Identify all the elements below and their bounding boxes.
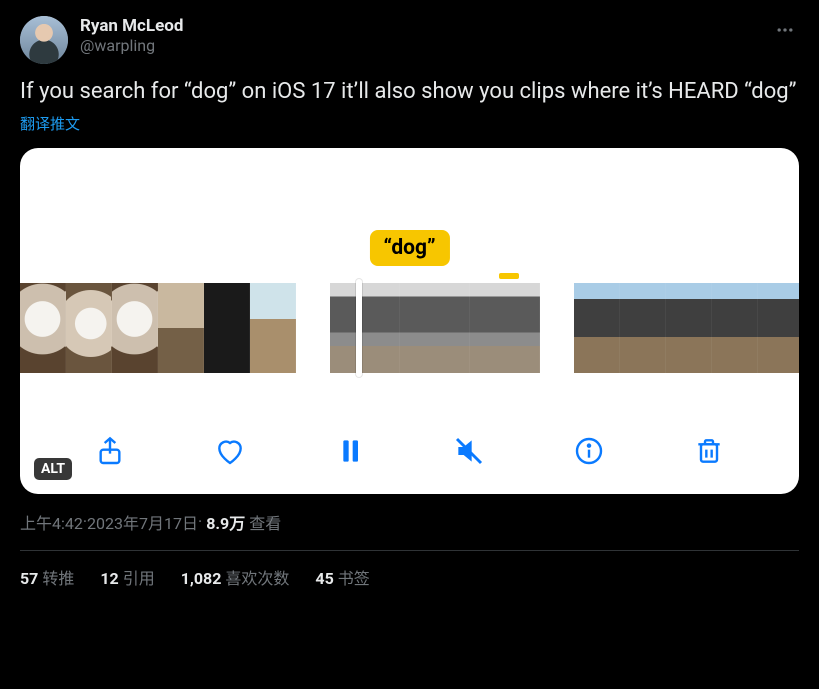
share-icon	[94, 435, 126, 467]
bookmark-label: 书签	[338, 569, 370, 588]
share-button[interactable]	[89, 430, 131, 472]
clip-group-1	[20, 283, 296, 373]
clip-frame	[112, 283, 158, 373]
clip-frame	[712, 283, 758, 373]
alt-badge[interactable]: ALT	[34, 458, 72, 480]
clip-frame	[250, 283, 296, 373]
date[interactable]: 2023年7月17日	[87, 510, 198, 534]
ellipsis-icon	[775, 20, 795, 40]
clip-frame	[20, 283, 66, 373]
handle: @warpling	[80, 36, 759, 55]
display-name: Ryan McLeod	[80, 16, 759, 36]
bookmarks-stat[interactable]: 45 书签	[315, 565, 369, 589]
clip-frame	[758, 283, 799, 373]
views-label: 查看	[249, 510, 281, 534]
clip-frame	[470, 283, 540, 373]
clip-gap	[296, 283, 330, 373]
tweet-header: Ryan McLeod @warpling	[20, 16, 799, 64]
clip-frame	[204, 283, 250, 373]
like-label: 喜欢次数	[225, 569, 289, 588]
like-count: 1,082	[181, 569, 222, 588]
like-button[interactable]	[209, 430, 251, 472]
heart-icon	[214, 435, 246, 467]
likes-stat[interactable]: 1,082喜欢次数	[181, 565, 290, 589]
quotes-stat[interactable]: 12 引用	[100, 565, 154, 589]
speaker-mute-icon	[453, 435, 485, 467]
trash-icon	[693, 435, 725, 467]
stats-row: 57转推 12 引用 1,082喜欢次数 45 书签	[20, 565, 799, 589]
views-count: 8.9万	[206, 510, 245, 534]
pause-icon	[334, 435, 366, 467]
quote-label: 引用	[123, 569, 155, 588]
meta-line: 上午4:42 · 2023年7月17日 · 8.9万 查看	[20, 510, 799, 534]
media-card[interactable]: “dog”	[20, 148, 799, 494]
clip-group-2	[330, 283, 540, 373]
author-block[interactable]: Ryan McLeod @warpling	[80, 16, 759, 55]
mute-button[interactable]	[448, 430, 490, 472]
more-button[interactable]	[771, 16, 799, 44]
caption-marker	[499, 273, 519, 279]
retweet-count: 57	[20, 569, 38, 588]
clip-frame	[330, 283, 400, 373]
clip-frame	[158, 283, 204, 373]
meta-dot: ·	[198, 512, 202, 531]
clip-frame	[66, 283, 112, 373]
time[interactable]: 上午4:42	[20, 510, 83, 534]
info-icon	[573, 435, 605, 467]
retweets-stat[interactable]: 57转推	[20, 565, 74, 589]
timeline-strip[interactable]	[20, 283, 799, 373]
clip-frame	[620, 283, 666, 373]
avatar[interactable]	[20, 16, 68, 64]
clip-frame	[400, 283, 470, 373]
media-toolbar	[20, 430, 799, 472]
clip-frame	[574, 283, 620, 373]
caption-bubble: “dog”	[369, 230, 449, 266]
pause-button[interactable]	[329, 430, 371, 472]
clip-frame	[666, 283, 712, 373]
delete-button[interactable]	[688, 430, 730, 472]
tweet-container: Ryan McLeod @warpling If you search for …	[0, 0, 819, 599]
media-inner: “dog”	[20, 148, 799, 494]
playhead[interactable]	[356, 279, 362, 377]
bookmark-count: 45	[315, 569, 333, 588]
translate-link[interactable]: 翻译推文	[20, 113, 799, 134]
retweet-label: 转推	[42, 569, 74, 588]
clip-group-3	[574, 283, 799, 373]
info-button[interactable]	[568, 430, 610, 472]
divider	[20, 550, 799, 551]
clip-gap	[540, 283, 574, 373]
quote-count: 12	[100, 569, 118, 588]
tweet-text: If you search for “dog” on iOS 17 it’ll …	[20, 78, 799, 107]
